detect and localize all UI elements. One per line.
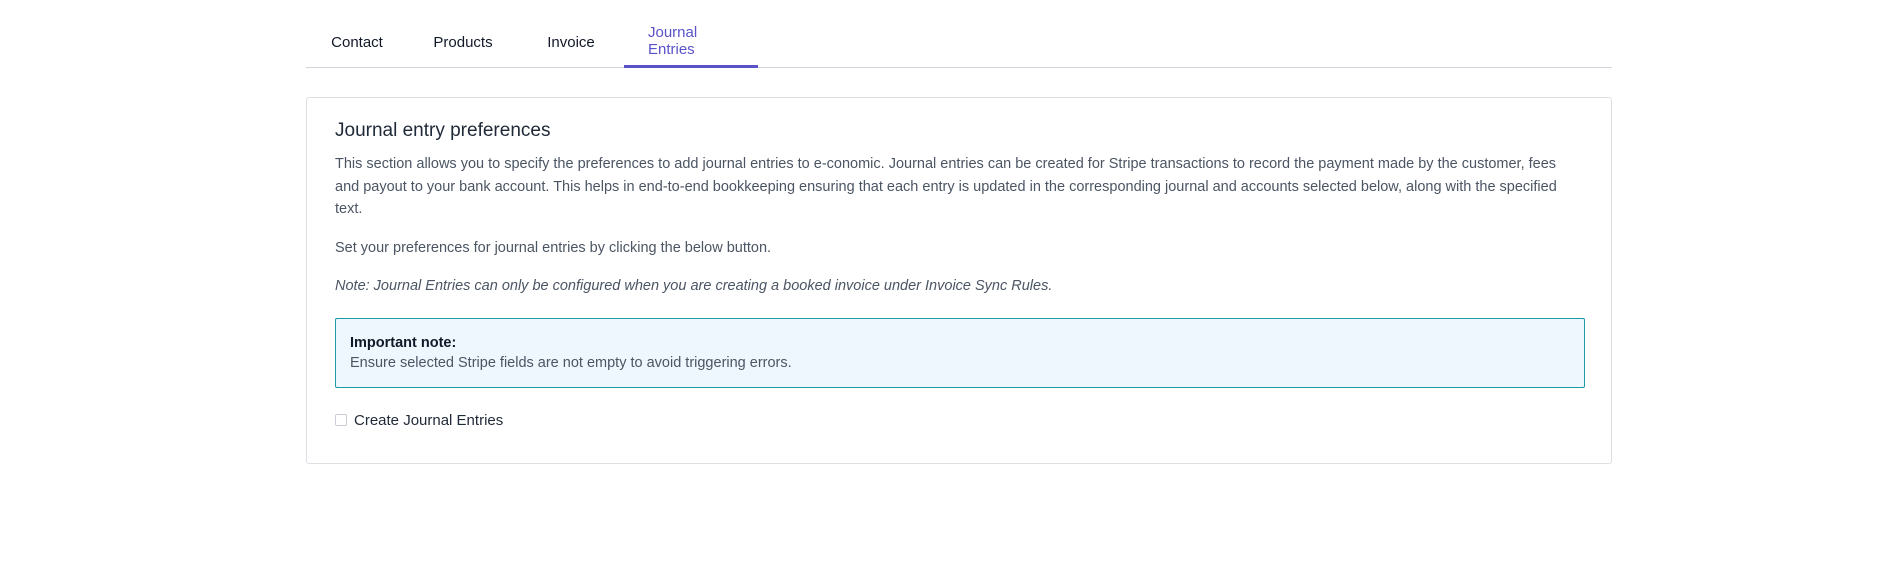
- alert-title: Important note:: [350, 334, 457, 351]
- tab-label: Journal Entries: [648, 23, 698, 58]
- tab-label: Contact: [331, 34, 383, 51]
- tab-label: Invoice: [547, 34, 595, 51]
- important-note-alert: Important note: Ensure selected Stripe f…: [335, 317, 1585, 388]
- tab-products[interactable]: Products: [408, 1, 518, 67]
- section-instruction: Set your preferences for journal entries…: [335, 239, 772, 256]
- section-note: Note: Journal Entries can only be config…: [335, 278, 1053, 294]
- section-title: Journal entry preferences: [335, 120, 551, 141]
- alert-text: Ensure selected Stripe fields are not em…: [350, 354, 792, 371]
- tab-journal-entries[interactable]: Journal Entries: [624, 2, 758, 68]
- tab-invoice[interactable]: Invoice: [518, 1, 624, 67]
- integration-settings: Contact Products Invoice Journal Entries…: [306, 0, 1612, 464]
- tab-contact[interactable]: Contact: [306, 1, 408, 67]
- section-description: This section allows you to specify the p…: [335, 156, 1557, 217]
- create-journal-entries-toggle[interactable]: Create Journal Entries: [335, 412, 1583, 429]
- settings-tabs: Contact Products Invoice Journal Entries: [306, 0, 1612, 68]
- journal-preferences-card: Journal entry preferences This section a…: [306, 97, 1612, 464]
- checkbox-label: Create Journal Entries: [354, 411, 504, 429]
- tab-label: Products: [433, 34, 493, 51]
- create-journal-entries-checkbox[interactable]: [335, 414, 347, 426]
